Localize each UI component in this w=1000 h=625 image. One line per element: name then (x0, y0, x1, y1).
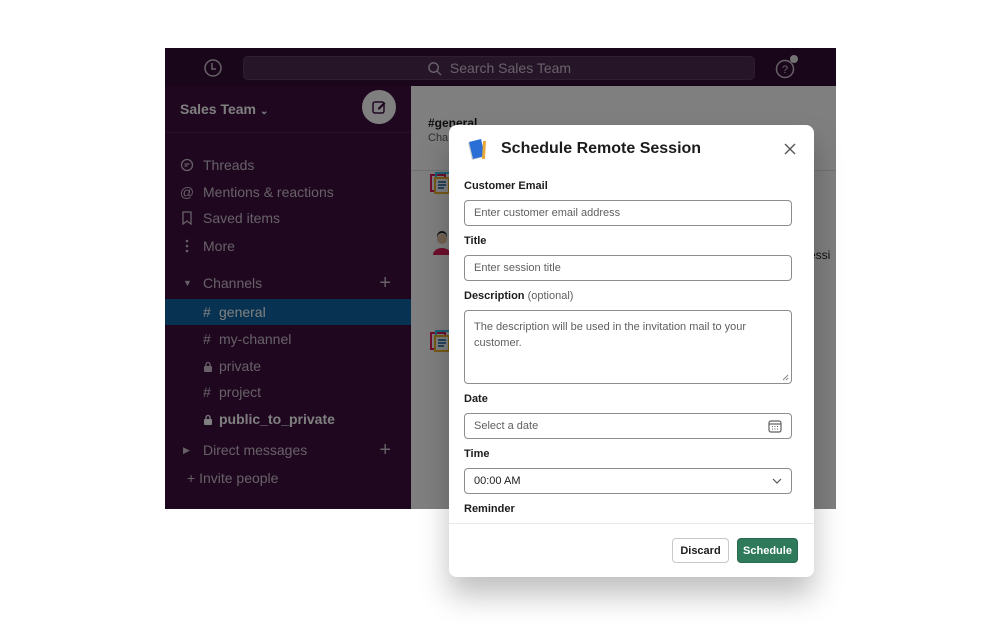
email-label: Customer Email (464, 180, 548, 192)
description-label: Description (optional) (464, 290, 573, 302)
modal-backdrop (165, 48, 836, 86)
discard-button[interactable]: Discard (672, 538, 729, 563)
time-select[interactable]: 00:00 AM (464, 468, 792, 494)
title-label: Title (464, 235, 487, 247)
description-label-text: Description (464, 290, 525, 302)
modal-footer: Discard Schedule (449, 523, 814, 577)
description-placeholder: The description will be used in the invi… (474, 321, 747, 349)
date-placeholder: Select a date (474, 420, 539, 432)
description-textarea[interactable]: The description will be used in the invi… (464, 310, 792, 384)
time-label: Time (464, 448, 490, 460)
calendar-icon[interactable] (768, 419, 782, 433)
modal-backdrop (165, 86, 411, 509)
reminder-label: Reminder (464, 503, 515, 515)
chevron-down-icon (772, 478, 782, 484)
title-placeholder: Enter session title (474, 262, 561, 274)
notebook-icon (468, 139, 486, 160)
customer-email-input[interactable]: Enter customer email address (464, 200, 792, 226)
modal-header: Schedule Remote Session (449, 125, 814, 175)
schedule-session-modal: Schedule Remote Session Customer Email E… (449, 125, 814, 577)
modal-title: Schedule Remote Session (501, 140, 702, 157)
time-value: 00:00 AM (474, 475, 521, 487)
schedule-button[interactable]: Schedule (737, 538, 798, 563)
session-title-input[interactable]: Enter session title (464, 255, 792, 281)
date-label: Date (464, 393, 488, 405)
resize-handle-icon[interactable] (782, 374, 789, 381)
optional-hint: (optional) (527, 290, 574, 302)
date-picker[interactable]: Select a date (464, 413, 792, 439)
close-icon[interactable] (783, 142, 797, 156)
email-placeholder: Enter customer email address (474, 207, 621, 219)
